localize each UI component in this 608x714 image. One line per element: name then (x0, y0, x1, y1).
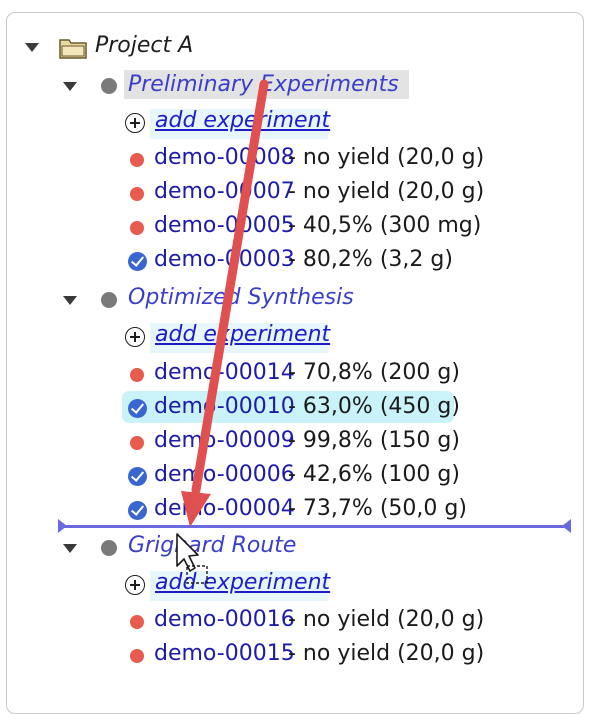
group-expand-toggle[interactable] (63, 82, 77, 91)
group-status-icon (101, 292, 117, 308)
check-circle-icon (128, 252, 147, 271)
failed-dot-icon (130, 436, 144, 450)
experiment-id-link[interactable]: demo-00003 (154, 247, 295, 272)
failed-dot-icon (130, 153, 144, 167)
add-experiment-link[interactable]: add experiment (155, 322, 330, 347)
group-label-preliminary[interactable]: Preliminary Experiments (124, 70, 409, 99)
add-experiment-link[interactable]: add experiment (155, 108, 330, 133)
check-circle-icon (128, 467, 147, 486)
experiment-result: - 73,7% (50,0 g) (288, 496, 467, 521)
experiment-result: - no yield (20,0 g) (288, 145, 485, 170)
failed-dot-icon (130, 368, 144, 382)
group-label-optimized[interactable]: Optimized Synthesis (128, 285, 354, 310)
project-expand-toggle[interactable] (25, 43, 39, 52)
plus-circle-icon[interactable] (125, 113, 145, 133)
project-label[interactable]: Project A (95, 33, 193, 58)
failed-dot-icon (130, 615, 144, 629)
check-circle-icon (128, 399, 147, 418)
experiment-id-link[interactable]: demo-00006 (154, 462, 295, 487)
group-expand-toggle[interactable] (63, 544, 77, 553)
failed-dot-icon (130, 649, 144, 663)
group-label-grignard[interactable]: Grignard Route (128, 533, 296, 558)
experiment-result: - 99,8% (150 g) (288, 428, 460, 453)
experiment-result: - 63,0% (450 g) (288, 394, 460, 419)
experiment-result: - no yield (20,0 g) (288, 179, 485, 204)
experiment-id-link[interactable]: demo-00009 (154, 428, 295, 453)
check-circle-icon (128, 501, 147, 520)
drop-indicator-left-cap (58, 519, 67, 533)
plus-circle-icon[interactable] (125, 327, 145, 347)
drop-indicator-right-cap (562, 519, 571, 533)
experiment-id-link[interactable]: demo-00008 (154, 145, 295, 170)
experiment-id-link[interactable]: demo-00015 (154, 641, 295, 666)
failed-dot-icon (130, 221, 144, 235)
failed-dot-icon (130, 187, 144, 201)
experiment-id-link[interactable]: demo-00014 (154, 360, 295, 385)
experiment-result: - 70,8% (200 g) (288, 360, 460, 385)
experiment-result: - no yield (20,0 g) (288, 607, 485, 632)
experiment-id-link[interactable]: demo-00016 (154, 607, 295, 632)
group-status-icon (101, 78, 117, 94)
add-experiment-link[interactable]: add experiment (155, 570, 330, 595)
experiment-id-link[interactable]: demo-00007 (154, 179, 295, 204)
experiment-id-link[interactable]: demo-00005 (154, 213, 295, 238)
experiment-result: - 40,5% (300 mg) (288, 213, 482, 238)
experiment-result: - 42,6% (100 g) (288, 462, 460, 487)
experiment-id-link[interactable]: demo-00004 (154, 496, 295, 521)
drop-indicator-line (58, 525, 570, 528)
group-expand-toggle[interactable] (63, 296, 77, 305)
experiment-result: - 80,2% (3,2 g) (288, 247, 453, 272)
experiment-result: - no yield (20,0 g) (288, 641, 485, 666)
plus-circle-icon[interactable] (125, 575, 145, 595)
folder-icon (59, 39, 87, 59)
experiment-id-link[interactable]: demo-00010 (154, 394, 295, 419)
group-status-icon (101, 540, 117, 556)
